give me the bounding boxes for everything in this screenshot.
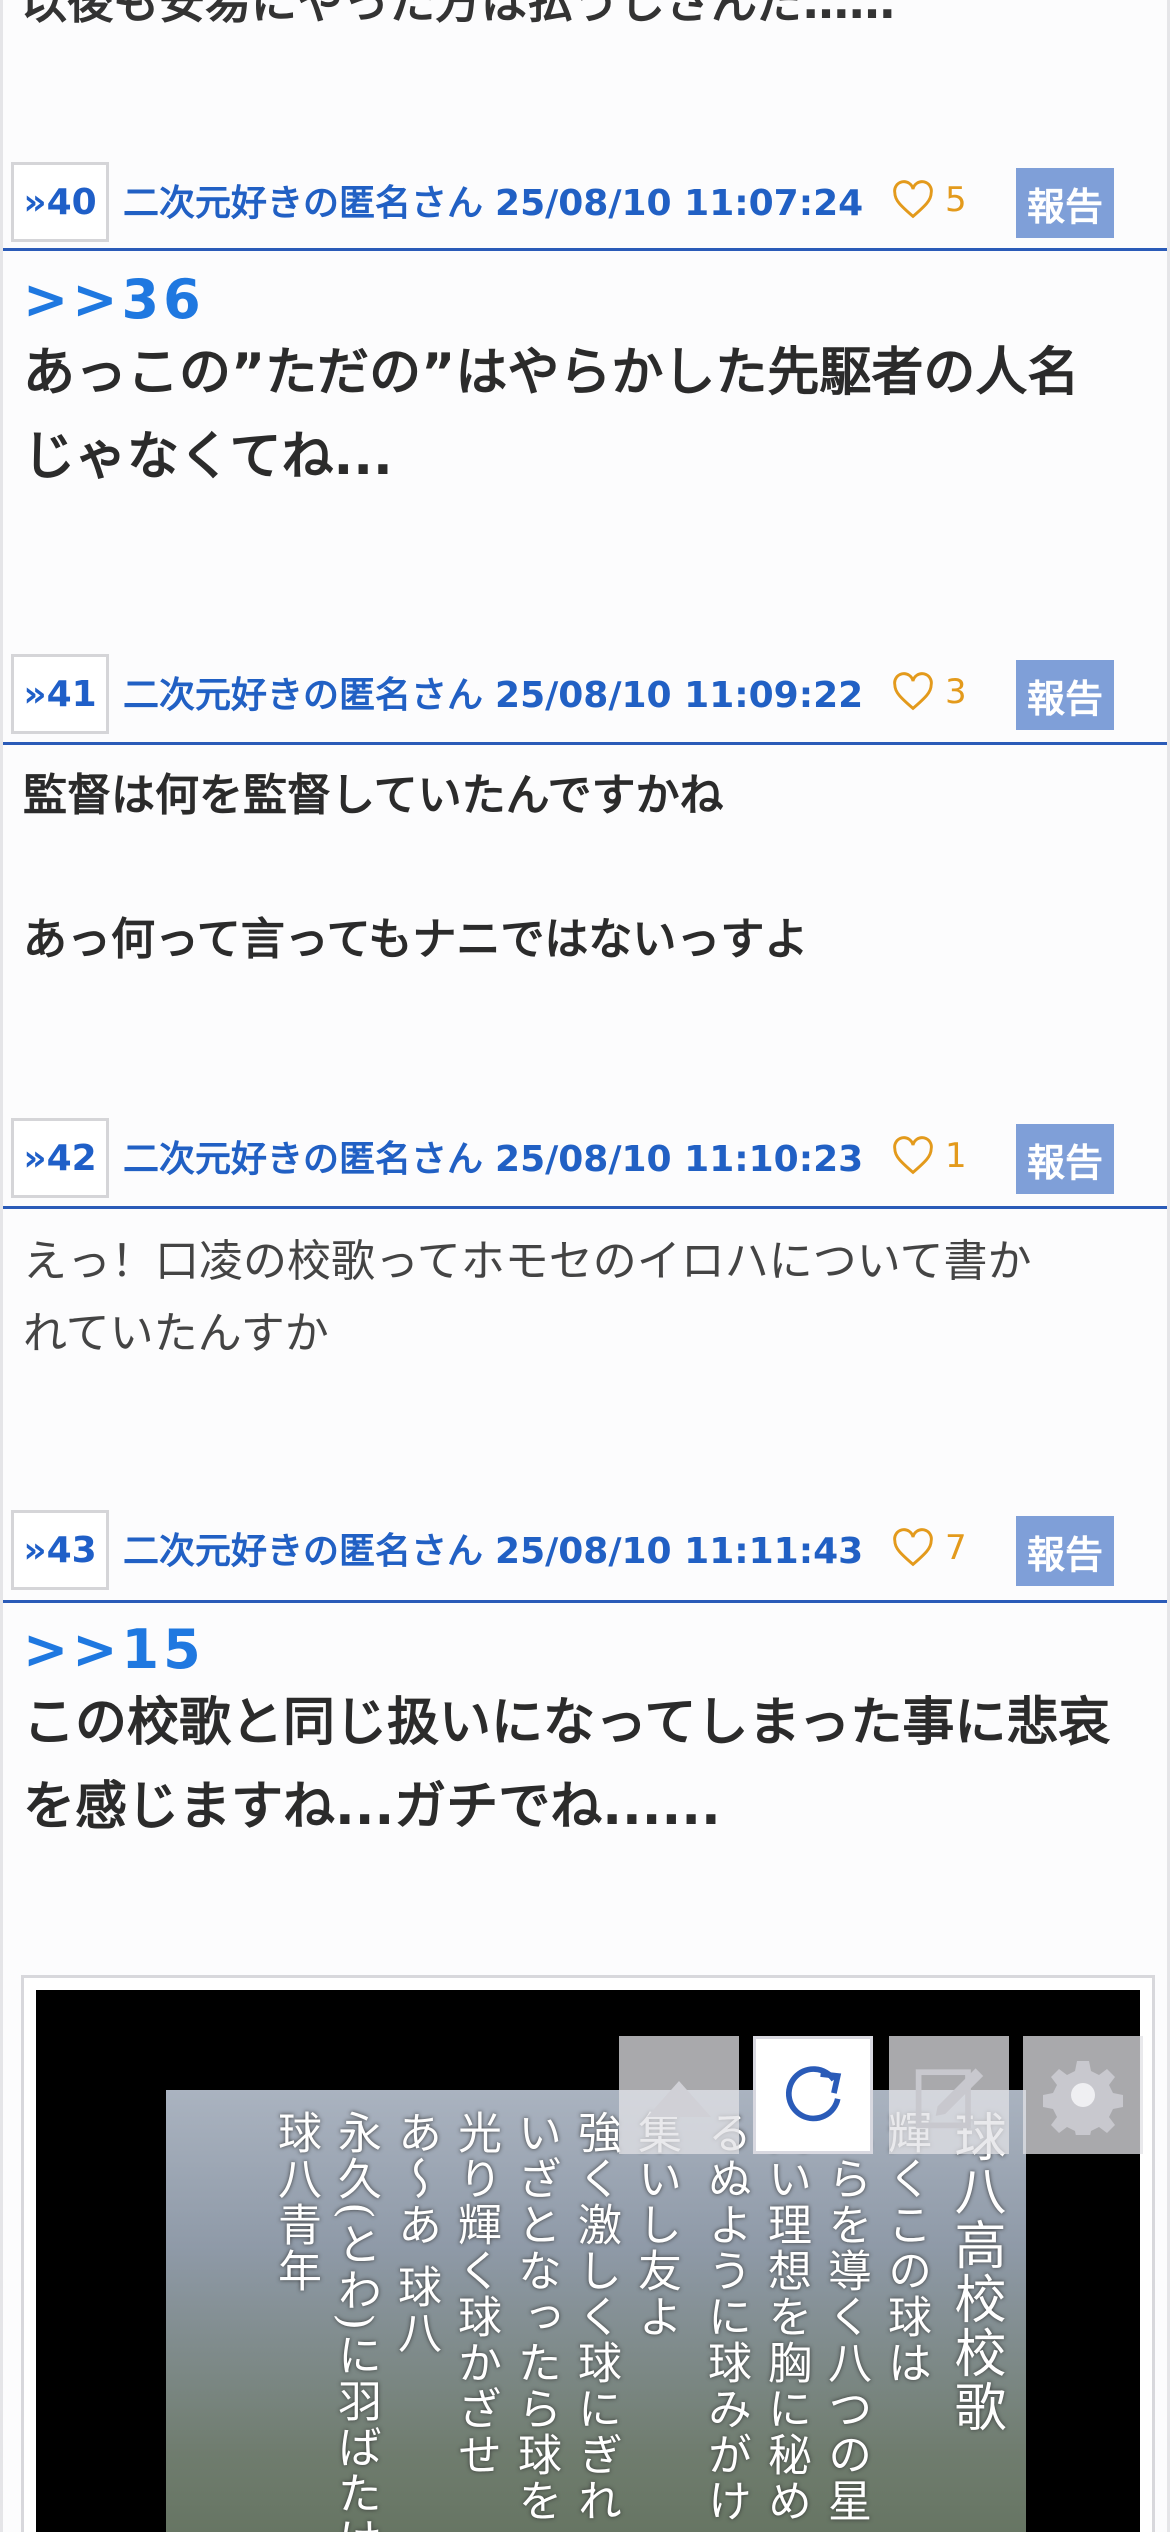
- arrow-up-icon: [647, 2081, 711, 2117]
- post-line: あっこの”ただの”はやらかした先駆者の人名: [23, 343, 1080, 403]
- like-count: 7: [945, 1528, 967, 1568]
- like-button[interactable]: 1: [891, 1126, 967, 1186]
- reload-icon: [786, 2066, 842, 2122]
- divider: [3, 742, 1167, 745]
- post-date: 25/08/10 11:07:24: [495, 183, 864, 224]
- song-line: 高い理想を胸に秘め: [760, 2110, 811, 2524]
- heart-icon: [893, 1528, 933, 1567]
- post-line: あっ何って言ってもナニではないっすよ: [23, 914, 809, 965]
- song-line: 球八青年: [270, 2110, 321, 2294]
- post-number-link[interactable]: »40: [11, 162, 109, 242]
- post-line: この校歌と同じ扱いになってしまった事に悲哀: [23, 1693, 1111, 1753]
- song-line: 強く激しく球にぎれ: [570, 2110, 621, 2524]
- post-line: を感じますね...ガチでね......: [23, 1777, 721, 1837]
- like-count: 3: [945, 672, 967, 712]
- divider: [3, 1206, 1167, 1209]
- song-title: 球八高校校歌: [945, 2110, 1005, 2434]
- edit-icon: [915, 2068, 984, 2129]
- school-song-screenshot: 球八高校校歌 輝くこの球は れらを導く八つの星 高い理想を胸に秘め るぬように球…: [166, 2090, 1026, 2532]
- settings-button[interactable]: [1023, 2036, 1143, 2154]
- post-line: えっ！口凌の校歌ってホモセのイロハについて書か: [23, 1236, 1032, 1287]
- song-line: あ〜あ 球八: [390, 2110, 441, 2356]
- post-date: 25/08/10 11:10:23: [495, 1139, 864, 1180]
- post-body-40: >>36 あっこの”ただの”はやらかした先駆者の人名 じゃなくてね...: [23, 268, 1153, 499]
- post-line: [23, 832, 1153, 904]
- edit-button[interactable]: [889, 2036, 1009, 2154]
- song-line: いざとなったら球を: [510, 2110, 561, 2524]
- like-button[interactable]: 7: [891, 1518, 967, 1578]
- post-line: じゃなくてね...: [23, 427, 393, 487]
- song-line: 永久(とわ)に羽ばたけ: [330, 2110, 381, 2532]
- song-line: るぬように球みがけ: [700, 2110, 751, 2524]
- post-meta: 二次元好きの匿名さん 25/08/10 11:07:24: [123, 174, 875, 226]
- author-name: 二次元好きの匿名さん: [123, 675, 484, 716]
- like-button[interactable]: 3: [891, 662, 967, 722]
- post-meta: 二次元好きの匿名さん 25/08/10 11:11:43: [123, 1522, 875, 1574]
- thread-view: 以後も安易にやった方は払うしさんだ…… »40 二次元好きの匿名さん 25/08/…: [0, 0, 1170, 2532]
- report-button[interactable]: 報告: [1016, 168, 1114, 238]
- like-button[interactable]: 5: [891, 170, 967, 230]
- heart-icon: [893, 180, 933, 219]
- song-line: 光り輝く球かざせ: [450, 2110, 501, 2478]
- post-body-41: 監督は何を監督していたんですかね あっ何って言ってもナニではないっすよ: [23, 760, 1153, 976]
- report-button[interactable]: 報告: [1016, 1124, 1114, 1194]
- post-body-43: >>15 この校歌と同じ扱いになってしまった事に悲哀 を感じますね...ガチでね…: [23, 1618, 1153, 1849]
- post-date: 25/08/10 11:09:22: [495, 675, 864, 716]
- like-count: 5: [945, 180, 967, 220]
- reload-button[interactable]: [753, 2036, 873, 2154]
- scroll-top-button[interactable]: [619, 2036, 739, 2154]
- post-date: 25/08/10 11:11:43: [495, 1531, 864, 1572]
- post-number-link[interactable]: »42: [11, 1118, 109, 1198]
- reply-anchor-link[interactable]: >>15: [23, 1618, 1153, 1681]
- previous-post-fragment: 以後も安易にやった方は払うしさんだ……: [21, 0, 895, 29]
- post-line: れていたんすか: [23, 1308, 329, 1359]
- author-name: 二次元好きの匿名さん: [123, 1139, 484, 1180]
- like-count: 1: [945, 1136, 967, 1176]
- reply-anchor-link[interactable]: >>36: [23, 268, 1153, 331]
- post-meta: 二次元好きの匿名さん 25/08/10 11:09:22: [123, 666, 875, 718]
- gear-icon: [1043, 2061, 1123, 2135]
- report-button[interactable]: 報告: [1016, 660, 1114, 730]
- post-header-42: »42 二次元好きの匿名さん 25/08/10 11:10:23 1 報告: [11, 1116, 1163, 1198]
- heart-icon: [893, 1136, 933, 1175]
- divider: [3, 1600, 1167, 1603]
- post-line: 監督は何を監督していたんですかね: [23, 770, 724, 821]
- author-name: 二次元好きの匿名さん: [123, 183, 484, 224]
- post-header-40: »40 二次元好きの匿名さん 25/08/10 11:07:24 5 報告: [11, 160, 1163, 242]
- heart-icon: [893, 672, 933, 711]
- divider: [3, 248, 1167, 251]
- song-line: れらを導く八つの星: [820, 2110, 871, 2524]
- author-name: 二次元好きの匿名さん: [123, 1531, 484, 1572]
- post-meta: 二次元好きの匿名さん 25/08/10 11:10:23: [123, 1130, 875, 1182]
- post-number-link[interactable]: »43: [11, 1510, 109, 1590]
- post-number-link[interactable]: »41: [11, 654, 109, 734]
- post-body-42: えっ！口凌の校歌ってホモセのイロハについて書か れていたんすか: [23, 1226, 1153, 1370]
- report-button[interactable]: 報告: [1016, 1516, 1114, 1586]
- post-header-43: »43 二次元好きの匿名さん 25/08/10 11:11:43 7 報告: [11, 1508, 1163, 1590]
- post-header-41: »41 二次元好きの匿名さん 25/08/10 11:09:22 3 報告: [11, 652, 1163, 734]
